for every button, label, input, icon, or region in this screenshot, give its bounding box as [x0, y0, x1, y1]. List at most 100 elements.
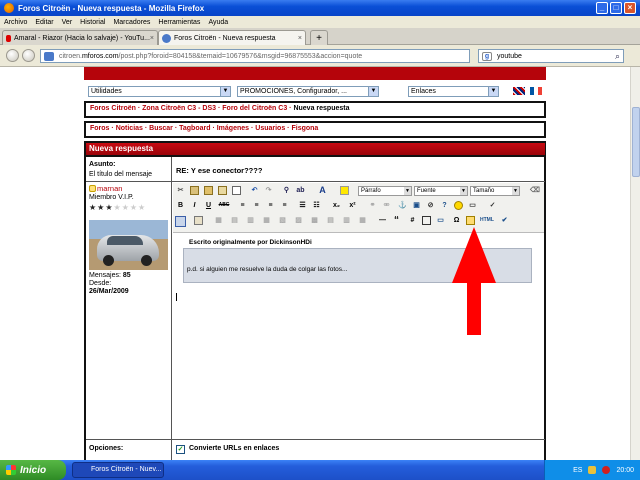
enlaces-select[interactable]: Enlaces ▼ — [408, 86, 499, 97]
minimize-button[interactable]: _ — [596, 2, 608, 14]
bullet-list-icon[interactable]: ☰ — [298, 201, 307, 210]
html-icon[interactable]: HTML — [480, 216, 494, 225]
nav-tagboard[interactable]: Tagboard — [179, 125, 210, 132]
paste-icon[interactable] — [204, 186, 213, 195]
anchor-icon[interactable]: ⚓ — [398, 201, 407, 210]
media-icon[interactable]: ▭ — [436, 216, 445, 225]
table-props-icon[interactable]: ▤ — [326, 216, 335, 225]
nav-buscar[interactable]: Buscar — [149, 125, 173, 132]
language-indicator[interactable]: ES — [573, 467, 582, 474]
promociones-select[interactable]: PROMOCIONES, Configurador, ... ▼ — [237, 86, 379, 97]
underline-button[interactable]: U — [204, 201, 213, 210]
google-icon[interactable]: g — [482, 52, 492, 61]
table-merge-icon[interactable]: ▧ — [278, 216, 287, 225]
format-select[interactable]: Párrafo ▼ — [358, 186, 412, 196]
nav-usuarios[interactable]: Usuarios — [255, 125, 285, 132]
search-icon[interactable]: ⌕ — [615, 51, 620, 62]
nav-foros[interactable]: Foros — [90, 125, 109, 132]
box-icon[interactable] — [422, 216, 431, 225]
nav-noticias[interactable]: Noticias — [116, 125, 143, 132]
menu-editar[interactable]: Editar — [35, 19, 53, 26]
menu-ayuda[interactable]: Ayuda — [208, 19, 228, 26]
italic-button[interactable]: I — [190, 201, 199, 210]
table-row-icon[interactable]: ▤ — [230, 216, 239, 225]
search-input[interactable]: youtube — [497, 53, 522, 60]
font-select[interactable]: Fuente ▼ — [414, 186, 468, 196]
breadcrumb-zona-c3[interactable]: Zona Citroën C3 - DS3 — [142, 105, 216, 112]
username[interactable]: marnan — [97, 184, 122, 193]
breadcrumb-foros-citroen[interactable]: Foros Citroën — [90, 105, 136, 112]
taskbar-firefox-window[interactable]: Foros Citroën - Nuev... — [72, 462, 164, 478]
urls-checkbox[interactable]: ✓ — [176, 445, 185, 454]
emoticon-icon[interactable] — [454, 201, 463, 210]
template-icon[interactable] — [466, 216, 475, 225]
vertical-scrollbar[interactable] — [630, 67, 640, 460]
table-split-icon[interactable]: ▨ — [294, 216, 303, 225]
unlink-icon[interactable]: ⚮ — [382, 201, 391, 210]
numbered-list-icon[interactable]: ☷ — [312, 201, 321, 210]
table-icon[interactable]: ▦ — [214, 216, 223, 225]
spell-dropdown-icon[interactable]: ✔ — [500, 216, 509, 225]
redo-icon[interactable]: ↷ — [264, 186, 273, 195]
maximize-button[interactable]: □ — [610, 2, 622, 14]
table-col-icon[interactable]: ▥ — [246, 216, 255, 225]
strikethrough-button[interactable]: ABC — [218, 201, 230, 210]
tray-network-icon[interactable] — [588, 466, 597, 474]
justify-icon[interactable]: ≡ — [280, 201, 289, 210]
breadcrumb-foro-c3[interactable]: Foro del Citroën C3 — [222, 105, 287, 112]
back-icon[interactable] — [6, 49, 19, 62]
cut-icon[interactable]: ✂ — [176, 186, 185, 195]
find-icon[interactable]: ⚲ — [282, 186, 291, 195]
nav-fisgona[interactable]: Fisgona — [291, 125, 318, 132]
hash-button[interactable]: # — [408, 216, 417, 225]
size-select[interactable]: Tamaño ▼ — [470, 186, 520, 196]
replace-icon[interactable]: ab — [296, 186, 305, 195]
copy-icon[interactable] — [190, 186, 199, 195]
subscript-button[interactable]: x₂ — [332, 201, 341, 210]
help-icon[interactable]: ? — [440, 201, 449, 210]
site-identity-icon[interactable] — [44, 52, 54, 61]
nav-imagenes[interactable]: Imágenes — [217, 125, 249, 132]
edit-icon[interactable] — [194, 216, 203, 225]
highlight-icon[interactable] — [340, 186, 349, 195]
uk-flag-icon[interactable] — [513, 87, 525, 95]
cleanup-icon[interactable]: ⊘ — [426, 201, 435, 210]
undo-icon[interactable]: ↶ — [250, 186, 259, 195]
spellcheck-icon[interactable]: ✓ — [488, 201, 497, 210]
youtube-embed-icon[interactable]: ▭ — [468, 201, 477, 210]
omega-button[interactable]: Ω — [452, 216, 461, 225]
align-left-icon[interactable]: ≡ — [238, 201, 247, 210]
utilidades-select[interactable]: Utilidades ▼ — [88, 86, 231, 97]
bold-button[interactable]: B — [176, 201, 185, 210]
asunto-input[interactable]: RE: Y ese conector???? — [176, 166, 262, 175]
start-button[interactable]: Inicio — [0, 460, 66, 480]
horizontal-rule-icon[interactable]: — — [378, 216, 387, 225]
url-bar[interactable]: citroen. mforos.com/post.php?foroid=80415… — [40, 49, 470, 63]
source-code-icon[interactable] — [175, 216, 186, 227]
menu-ver[interactable]: Ver — [62, 19, 73, 26]
font-color-icon[interactable]: A — [318, 186, 327, 195]
tray-security-icon[interactable] — [602, 466, 611, 474]
new-tab-button[interactable]: + — [310, 30, 328, 45]
menu-archivo[interactable]: Archivo — [4, 19, 27, 26]
paste-word-icon[interactable] — [232, 186, 241, 195]
scrollbar-thumb[interactable] — [632, 107, 640, 177]
align-right-icon[interactable]: ≡ — [266, 201, 275, 210]
menu-historial[interactable]: Historial — [80, 19, 105, 26]
paste-text-icon[interactable] — [218, 186, 227, 195]
tab-close-icon[interactable]: × — [150, 35, 154, 42]
eraser-icon[interactable]: ⌫ — [530, 186, 540, 195]
table-cell-icon[interactable]: ▦ — [262, 216, 271, 225]
tab-youtube[interactable]: Amaral - Riazor (Hacia lo salvaje) - You… — [2, 30, 158, 45]
tab-close-icon[interactable]: × — [298, 35, 302, 42]
table-cell-props-icon[interactable]: ▦ — [358, 216, 367, 225]
tab-foros[interactable]: Foros Citroën - Nueva respuesta × — [158, 30, 306, 45]
search-box[interactable]: g youtube ⌕ — [478, 49, 624, 63]
image-icon[interactable]: ▣ — [412, 201, 421, 210]
forward-icon[interactable] — [22, 49, 35, 62]
close-button[interactable]: × — [624, 2, 636, 14]
align-center-icon[interactable]: ≡ — [252, 201, 261, 210]
quote-button[interactable]: “ — [392, 216, 401, 226]
link-icon[interactable]: ⚭ — [368, 201, 377, 210]
table-delete-icon[interactable]: ▩ — [310, 216, 319, 225]
